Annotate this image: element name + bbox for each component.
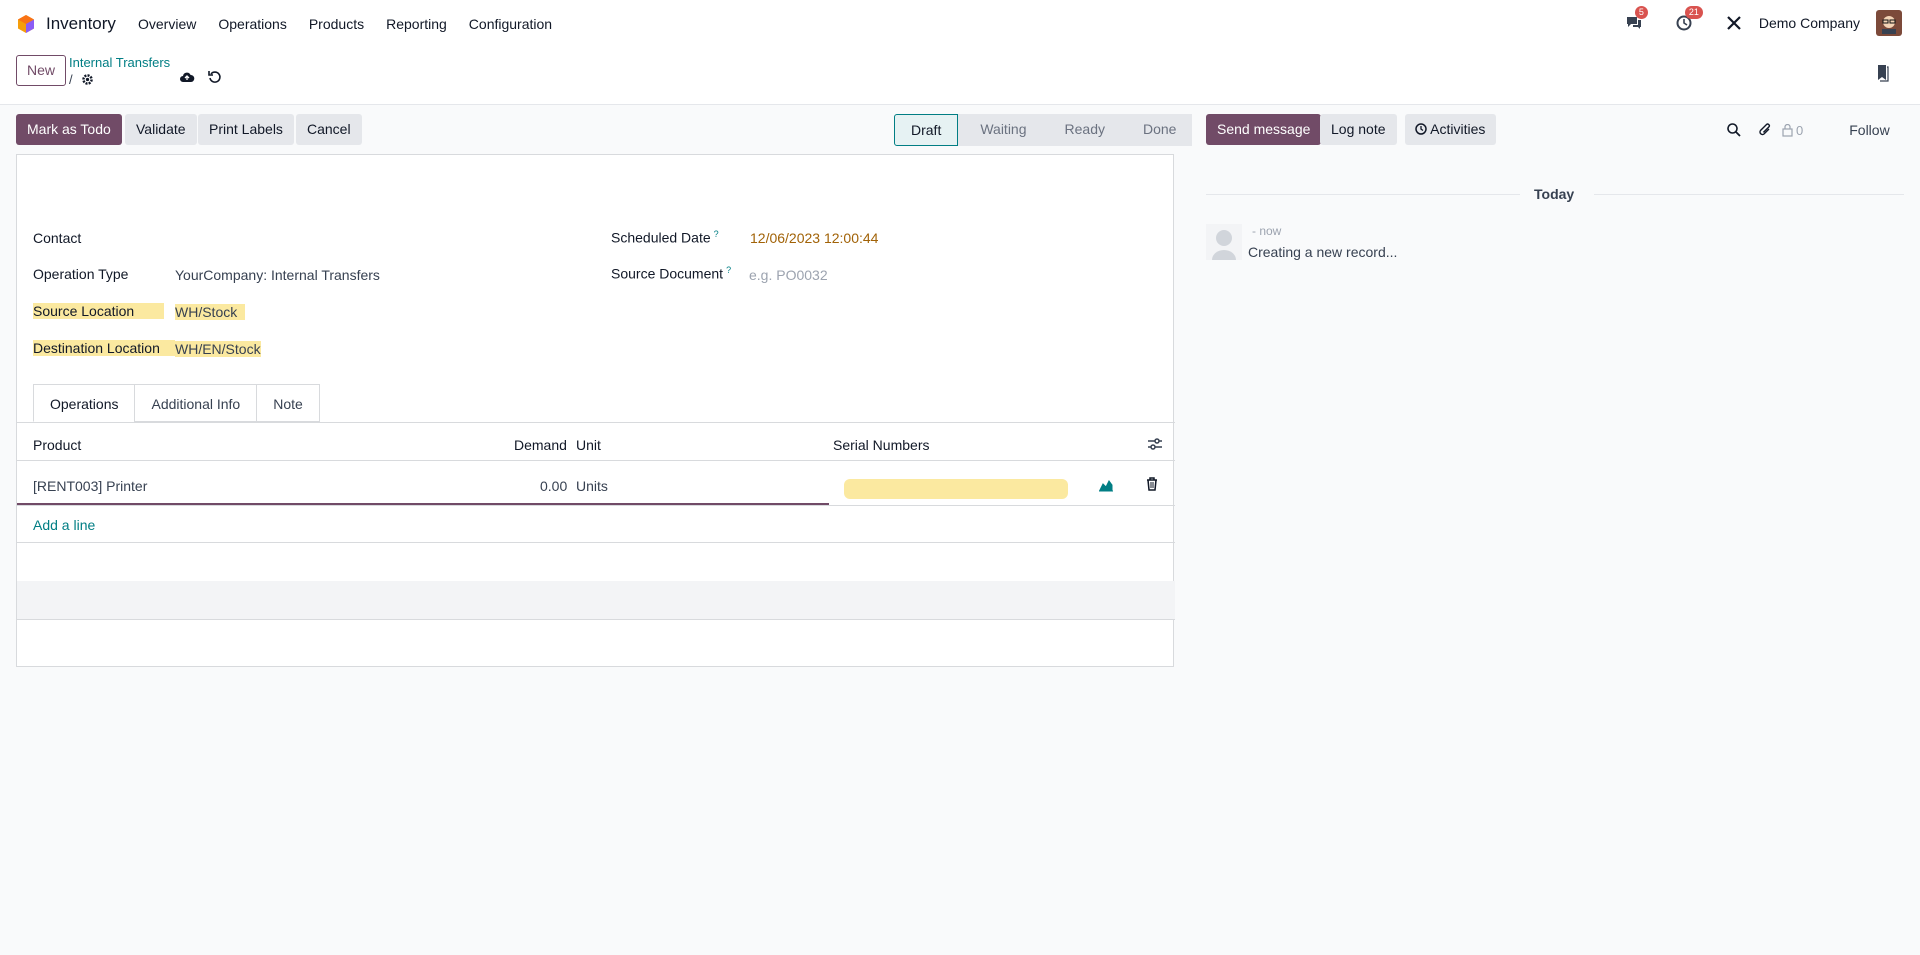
knowledge-bookmark-icon[interactable] xyxy=(1876,64,1890,82)
add-a-line-link[interactable]: Add a line xyxy=(33,517,95,533)
mark-as-todo-button[interactable]: Mark as Todo xyxy=(16,114,122,145)
form-sheet: Contact Operation Type YourCompany: Inte… xyxy=(16,154,1175,667)
scheduled-date-value[interactable]: 12/06/2023 12:00:44 xyxy=(750,230,878,246)
author-avatar[interactable] xyxy=(1206,224,1242,260)
forecast-chart-icon[interactable] xyxy=(1098,478,1114,492)
scheduled-date-label: Scheduled Date? xyxy=(611,229,719,246)
follow-button[interactable]: Follow xyxy=(1849,122,1889,138)
cancel-button[interactable]: Cancel xyxy=(296,114,362,145)
status-waiting[interactable]: Waiting xyxy=(958,114,1043,146)
activities-label: Activities xyxy=(1430,121,1486,137)
notebook-tabs: Operations Additional Info Note xyxy=(33,384,320,422)
menu-configuration[interactable]: Configuration xyxy=(469,16,552,32)
save-cloud-icon[interactable] xyxy=(179,70,195,84)
tabs-divider xyxy=(17,422,1175,423)
contact-label: Contact xyxy=(33,230,82,246)
scheduled-date-label-text: Scheduled Date xyxy=(611,229,711,246)
row-line-4 xyxy=(17,619,1175,620)
breadcrumb-internal-transfers[interactable]: Internal Transfers xyxy=(69,55,170,70)
user-avatar[interactable] xyxy=(1876,10,1902,36)
optional-columns-icon[interactable] xyxy=(1147,437,1163,451)
top-navbar: Inventory Overview Operations Products R… xyxy=(0,0,1920,48)
menu-overview[interactable]: Overview xyxy=(138,16,196,32)
company-switcher[interactable]: Demo Company xyxy=(1759,15,1860,31)
serial-numbers-field[interactable] xyxy=(844,479,1068,499)
menu-reporting[interactable]: Reporting xyxy=(386,16,447,32)
chatter-topbar-tools: 0 Follow xyxy=(1727,122,1890,138)
activities-clock-icon[interactable]: 21 xyxy=(1673,6,1703,34)
followers-count[interactable]: 0 xyxy=(1796,123,1803,138)
paperclip-icon[interactable] xyxy=(1758,123,1772,137)
operation-type-value[interactable]: YourCompany: Internal Transfers xyxy=(175,267,380,283)
status-bar: Draft Waiting Ready Done xyxy=(894,114,1193,146)
source-location-label: Source Location xyxy=(33,303,165,319)
table-header-line xyxy=(17,460,1175,461)
gear-icon[interactable] xyxy=(81,73,94,86)
source-document-label-text: Source Document xyxy=(611,265,724,282)
new-button[interactable]: New xyxy=(16,55,67,86)
main-menu: Overview Operations Products Reporting C… xyxy=(138,16,574,32)
app-name[interactable]: Inventory xyxy=(46,14,116,34)
messages-badge: 5 xyxy=(1634,6,1648,19)
inventory-app-logo[interactable] xyxy=(16,14,36,34)
column-product[interactable]: Product xyxy=(33,437,81,453)
tab-note[interactable]: Note xyxy=(256,384,320,422)
activities-button[interactable]: Activities xyxy=(1405,114,1497,145)
source-location-value[interactable]: WH/Stock xyxy=(175,304,246,320)
tab-operations[interactable]: Operations xyxy=(33,384,136,422)
source-document-label: Source Document? xyxy=(611,265,731,282)
tab-additional-info[interactable]: Additional Info xyxy=(134,384,258,422)
row-line-1 xyxy=(17,505,1175,506)
send-message-button[interactable]: Send message xyxy=(1206,114,1322,145)
today-label: Today xyxy=(1534,186,1575,202)
followers-lock-icon[interactable] xyxy=(1782,123,1793,137)
message-timestamp: - now xyxy=(1252,224,1282,238)
discard-undo-icon[interactable] xyxy=(208,70,222,84)
search-icon[interactable] xyxy=(1727,123,1741,137)
today-separator-right xyxy=(1594,194,1904,195)
column-demand[interactable]: Demand xyxy=(514,437,567,453)
print-labels-button[interactable]: Print Labels xyxy=(198,114,294,145)
breadcrumb-separator: / xyxy=(69,72,73,87)
menu-operations[interactable]: Operations xyxy=(218,16,286,32)
destination-location-label: Destination Location xyxy=(33,340,175,356)
menu-products[interactable]: Products xyxy=(309,16,364,32)
source-document-help[interactable]: ? xyxy=(726,265,731,275)
row-line-2 xyxy=(17,542,1175,543)
validate-button[interactable]: Validate xyxy=(125,114,197,145)
row-unit[interactable]: Units xyxy=(576,478,608,494)
control-panel: New Internal Transfers / xyxy=(0,48,1920,105)
activities-badge: 21 xyxy=(1684,6,1703,19)
status-done[interactable]: Done xyxy=(1120,114,1193,146)
empty-row-stripe xyxy=(17,581,1175,619)
operation-type-label: Operation Type xyxy=(33,266,129,282)
scheduled-date-help[interactable]: ? xyxy=(714,229,719,239)
tools-icon[interactable] xyxy=(1723,12,1745,34)
status-draft[interactable]: Draft xyxy=(894,114,959,146)
column-serial-numbers[interactable]: Serial Numbers xyxy=(833,437,929,453)
log-note-button[interactable]: Log note xyxy=(1320,114,1397,145)
messages-icon[interactable]: 5 xyxy=(1623,6,1648,34)
message-body: Creating a new record... xyxy=(1248,244,1398,260)
delete-trash-icon[interactable] xyxy=(1146,477,1158,491)
navbar-systray: 5 21 Demo Company xyxy=(1623,6,1902,36)
row-product[interactable]: [RENT003] Printer xyxy=(33,478,147,494)
status-ready[interactable]: Ready xyxy=(1042,114,1121,146)
destination-location-value[interactable]: WH/EN/Stock xyxy=(175,341,261,357)
today-separator-left xyxy=(1206,194,1520,195)
row-demand[interactable]: 0.00 xyxy=(540,478,567,494)
source-document-input[interactable]: e.g. PO0032 xyxy=(749,267,828,283)
column-unit[interactable]: Unit xyxy=(576,437,601,453)
clock-icon xyxy=(1415,123,1427,135)
